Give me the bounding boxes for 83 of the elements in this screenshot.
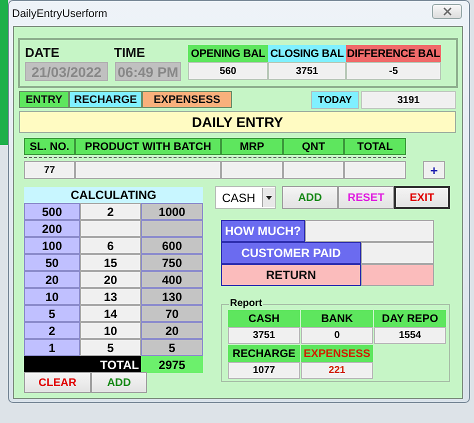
total-label: TOTAL [24,356,141,373]
report-value: 1077 [228,362,300,379]
count-field[interactable]: 6 [80,237,141,254]
amount-label: RETURN [221,264,361,286]
amount-label: HOW MUCH? [221,220,305,242]
tab-button[interactable]: EXPENSESS [142,91,232,108]
count-field[interactable]: 13 [80,288,141,305]
calculator-header: CALCULATING [24,187,203,203]
report-header: EXPENSESS [301,345,373,362]
action-button[interactable]: ADD [282,186,338,209]
calc-button[interactable]: ADD [91,372,147,393]
report-value: 1554 [374,327,446,344]
amount-label: CUSTOMER PAID [221,242,361,264]
balance-header: CLOSING BAL [268,45,346,62]
amount-cell: 400 [141,271,203,288]
time-field: 06:49 PM [115,62,181,81]
note-cell: 20 [24,271,80,288]
tab-button[interactable]: ENTRY [19,91,69,108]
tab-button[interactable]: RECHARGE [69,91,142,108]
balance-header: DIFFERENCE BAL [346,45,441,62]
report-value: 221 [301,362,373,379]
amount-cell: 1000 [141,203,203,220]
note-cell: 200 [24,220,80,237]
section-banner: DAILY ENTRY [19,111,456,133]
amount-field[interactable] [361,242,434,264]
balance-value: 3751 [268,62,346,80]
note-cell: 50 [24,254,80,271]
window-title: DailyEntryUserform [12,8,108,20]
date-field: 21/03/2022 [25,62,108,81]
count-field[interactable]: 5 [80,339,141,356]
amount-cell: 130 [141,288,203,305]
calc-button[interactable]: CLEAR [24,372,91,393]
amount-cell [141,220,203,237]
note-cell: 500 [24,203,80,220]
balance-value: 560 [188,62,268,80]
today-label: TODAY [311,91,359,109]
count-field[interactable]: 15 [80,254,141,271]
input-field[interactable] [221,161,283,179]
report-header: CASH [228,310,300,327]
close-button[interactable] [432,4,462,19]
total-value: 2975 [141,356,203,373]
amount-cell: 70 [141,305,203,322]
count-field[interactable]: 10 [80,322,141,339]
input-field[interactable] [283,161,344,179]
amount-cell: 5 [141,339,203,356]
report-value: 0 [301,327,373,344]
count-field[interactable]: 20 [80,271,141,288]
column-header: TOTAL [344,138,406,155]
count-field[interactable]: 14 [80,305,141,322]
amount-cell: 20 [141,322,203,339]
input-field[interactable] [344,161,406,179]
count-field[interactable] [80,220,141,237]
balance-header: OPENING BAL [188,45,268,62]
balance-value: -5 [346,62,441,80]
count-field[interactable]: 2 [80,203,141,220]
amount-field[interactable] [361,264,434,286]
report-title: Report [229,298,264,309]
time-label: TIME [114,45,146,60]
column-header: QNT [283,138,344,155]
note-cell: 100 [24,237,80,254]
column-header: MRP [221,138,283,155]
today-value: 3191 [361,91,456,109]
note-cell: 5 [24,305,80,322]
note-cell: 1 [24,339,80,356]
report-header: BANK [301,310,373,327]
report-value: 3751 [228,327,300,344]
add-row-button[interactable]: + [423,161,445,179]
column-header: PRODUCT WITH BATCH [75,138,221,155]
column-header: SL. NO. [24,138,75,155]
dropdown-arrow-icon [266,196,272,200]
date-label: DATE [25,45,60,60]
amount-cell: 750 [141,254,203,271]
close-icon [442,7,452,16]
amount-field[interactable] [305,220,434,242]
payment-mode-dropdown[interactable]: CASH [215,186,276,209]
note-cell: 2 [24,322,80,339]
action-button[interactable]: EXIT [394,186,450,209]
amount-cell: 600 [141,237,203,254]
report-header: RECHARGE [228,345,300,362]
input-field[interactable]: 77 [24,161,75,179]
note-cell: 10 [24,288,80,305]
input-field[interactable] [75,161,221,179]
report-header: DAY REPO [374,310,446,327]
